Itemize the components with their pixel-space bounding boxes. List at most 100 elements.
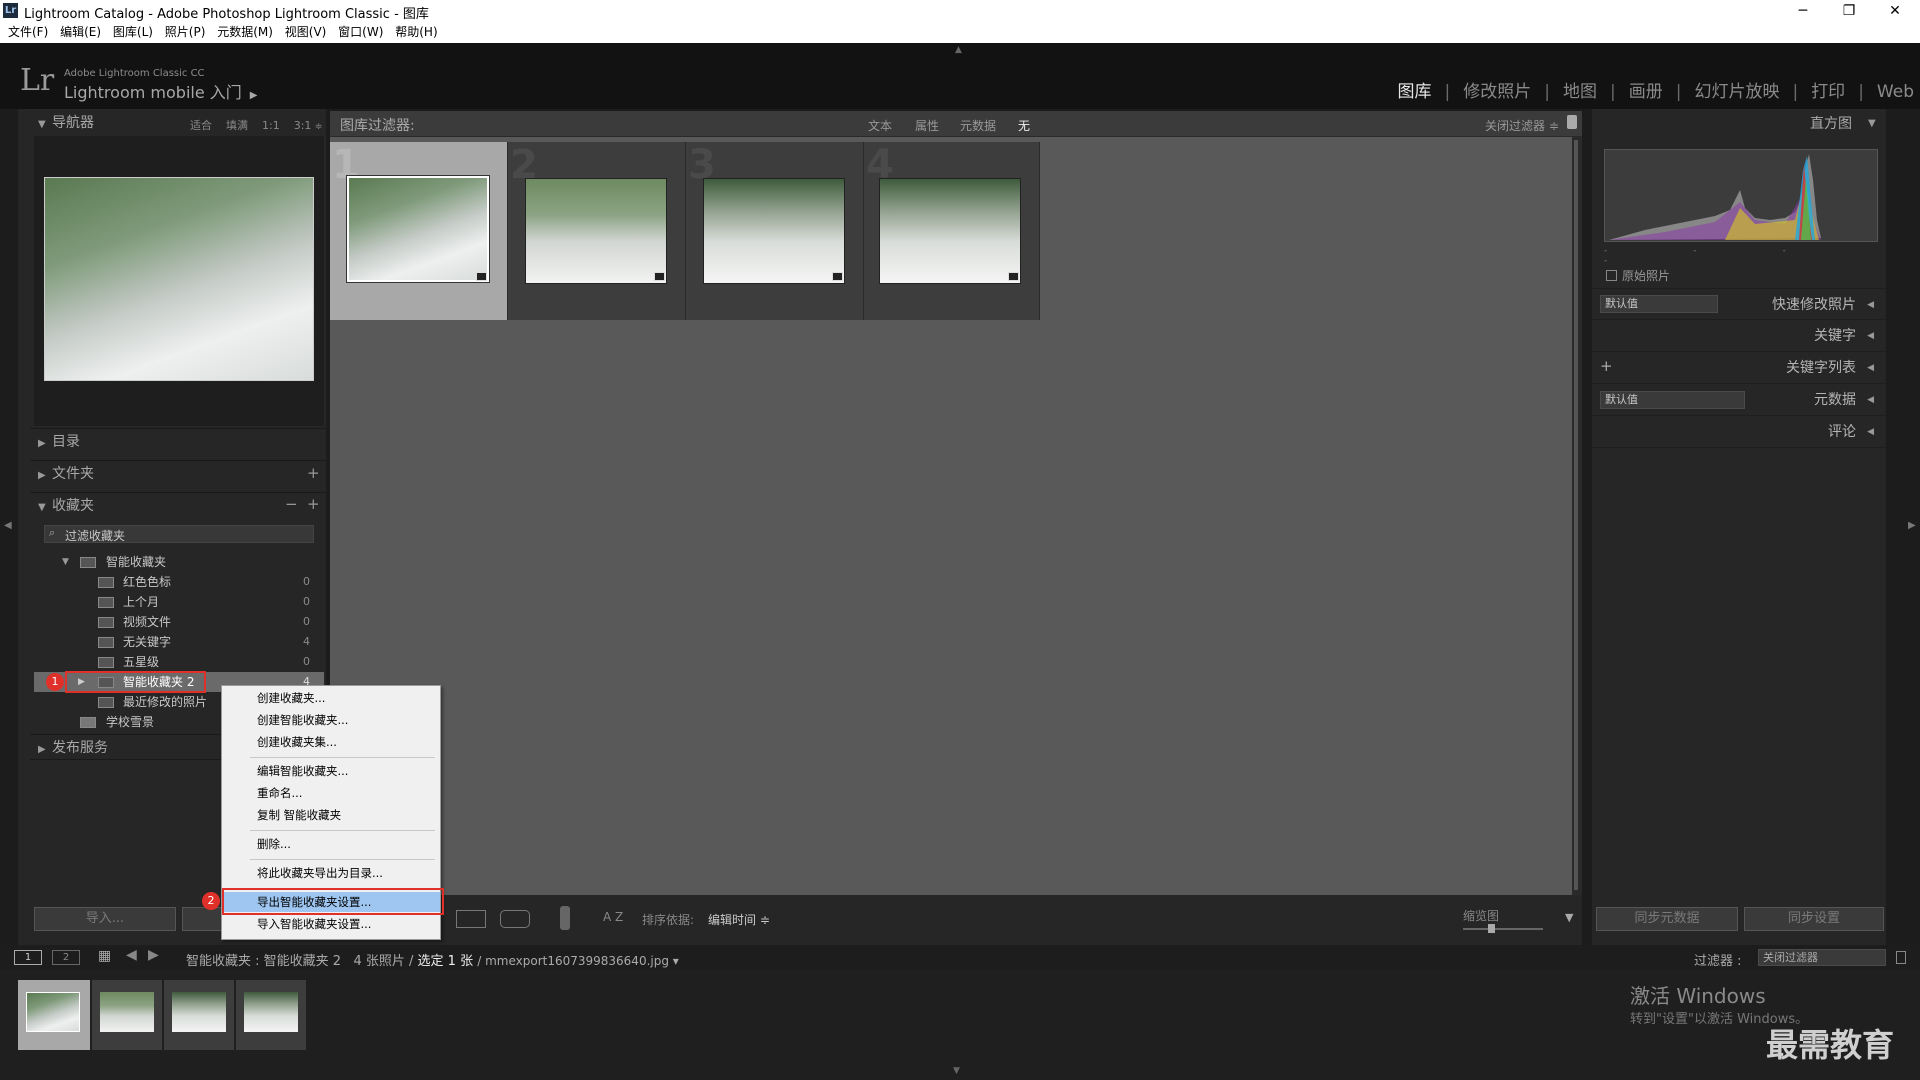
scrollbar-thumb[interactable] [1574, 140, 1578, 890]
thumbnail[interactable] [525, 178, 667, 284]
collapse-top-icon[interactable]: ▲ [955, 45, 962, 55]
navigator-preview[interactable] [44, 177, 314, 381]
left-panel-toggle-icon[interactable]: ◀ [4, 520, 12, 531]
people-view-icon[interactable] [500, 910, 530, 928]
sync-settings-button[interactable]: 同步设置 [1744, 907, 1884, 931]
menu-duplicate[interactable]: 复制 智能收藏夹 [222, 805, 440, 825]
menu-library[interactable]: 图库(L) [113, 22, 153, 43]
minimize-button[interactable]: ─ [1780, 0, 1826, 22]
original-photo-checkbox[interactable] [1606, 270, 1617, 281]
collection-item[interactable]: 视频文件 0 [34, 612, 324, 632]
filter-tab-metadata[interactable]: 元数据 [960, 117, 996, 134]
filmstrip-cell[interactable] [236, 980, 306, 1050]
menu-edit[interactable]: 编辑(E) [60, 22, 101, 43]
metadata-preset-select[interactable]: 默认值 [1600, 391, 1745, 409]
thumbnail[interactable] [703, 178, 845, 284]
keyword-list-header[interactable]: 关键字列表 ◀ [1592, 352, 1886, 384]
add-folder-button[interactable]: + [307, 464, 320, 482]
primary-window-button[interactable]: 1 [14, 950, 42, 965]
secondary-window-button[interactable]: 2 [52, 950, 80, 965]
quick-develop-preset-select[interactable]: 默认值 [1600, 295, 1718, 313]
module-slideshow[interactable]: 幻灯片放映 [1694, 77, 1779, 102]
menu-view[interactable]: 视图(V) [285, 22, 327, 43]
collection-item[interactable]: 五星级 0 [34, 652, 324, 672]
forward-arrow-icon[interactable]: ▶ [148, 947, 159, 963]
menu-import-smart-collection-settings[interactable]: 导入智能收藏夹设置... [222, 914, 440, 934]
module-print[interactable]: 打印 [1811, 77, 1845, 102]
zoom-stepper-icon[interactable]: ≑ [315, 122, 323, 132]
module-develop[interactable]: 修改照片 [1463, 77, 1531, 102]
module-web[interactable]: Web [1877, 82, 1914, 102]
maximize-button[interactable]: ❐ [1826, 0, 1872, 22]
menu-help[interactable]: 帮助(H) [395, 22, 437, 43]
folders-header[interactable]: ▶ 文件夹 [30, 460, 326, 486]
catalog-header[interactable]: ▶ 目录 [30, 428, 326, 454]
zoom-fill[interactable]: 填满 [226, 119, 248, 132]
collapse-bottom-icon[interactable]: ▼ [953, 1066, 960, 1076]
menu-delete[interactable]: 删除... [222, 834, 440, 854]
slider-handle[interactable] [1488, 924, 1495, 933]
menu-metadata[interactable]: 元数据(M) [217, 22, 273, 43]
collection-item[interactable]: 无关键字 4 [34, 632, 324, 652]
menu-create-smart-collection[interactable]: 创建智能收藏夹... [222, 710, 440, 730]
sync-metadata-button[interactable]: 同步元数据 [1596, 907, 1738, 931]
filmstrip-thumbnail[interactable] [244, 992, 298, 1032]
smart-collection-set[interactable]: ▼ 智能收藏夹 [34, 552, 324, 572]
right-panel-toggle-icon[interactable]: ▶ [1908, 520, 1916, 531]
collection-item[interactable]: 红色色标 0 [34, 572, 324, 592]
grid-cell[interactable]: 4 [864, 142, 1040, 320]
histogram[interactable] [1604, 149, 1878, 242]
survey-view-icon[interactable] [456, 910, 486, 928]
toolbar-options-icon[interactable]: ▼ [1565, 911, 1573, 924]
menu-create-collection-set[interactable]: 创建收藏夹集... [222, 732, 440, 752]
collections-header[interactable]: ▼ 收藏夹 [30, 492, 326, 518]
filter-tab-text[interactable]: 文本 [868, 117, 892, 134]
menu-rename[interactable]: 重命名... [222, 783, 440, 803]
filmstrip-thumbnail[interactable] [100, 992, 154, 1032]
back-arrow-icon[interactable]: ◀ [126, 947, 137, 963]
sort-select[interactable]: 编辑时间 ≑ [708, 911, 770, 928]
close-button[interactable]: ✕ [1872, 0, 1918, 22]
lock-icon[interactable] [1567, 115, 1577, 129]
menu-create-collection[interactable]: 创建收藏夹... [222, 688, 440, 708]
module-book[interactable]: 画册 [1629, 77, 1663, 102]
zoom-1-1[interactable]: 1:1 [262, 119, 280, 132]
export-button[interactable] [182, 907, 222, 931]
zoom-fit[interactable]: 适合 [190, 119, 212, 132]
filter-lock-icon[interactable] [1896, 951, 1906, 964]
module-library[interactable]: 图库 [1398, 77, 1432, 102]
menu-file[interactable]: 文件(F) [8, 22, 48, 43]
thumbnail[interactable] [879, 178, 1021, 284]
keywording-header[interactable]: 关键字 ◀ [1592, 320, 1886, 352]
filmstrip-cell[interactable] [92, 980, 162, 1050]
collapse-triangle-icon[interactable]: ▼ [1868, 118, 1876, 129]
import-button[interactable]: 导入... [34, 907, 176, 931]
filmstrip-filter-select[interactable]: 关闭过滤器 [1758, 949, 1886, 966]
painter-icon[interactable] [560, 906, 570, 930]
grid-view-icon[interactable]: ▦ [98, 948, 111, 964]
add-collection-button[interactable]: + [307, 495, 320, 513]
module-map[interactable]: 地图 [1563, 77, 1597, 102]
comments-header[interactable]: 评论 ◀ [1592, 416, 1886, 448]
filmstrip-cell[interactable] [164, 980, 234, 1050]
source-indicator[interactable]: 智能收藏夹 : 智能收藏夹 2 4 张照片 / 选定 1 张 / mmexpor… [186, 950, 679, 969]
filmstrip-cell-selected[interactable] [18, 980, 90, 1050]
grid-cell[interactable]: 2 [508, 142, 686, 320]
histogram-header[interactable]: 直方图 [1592, 110, 1886, 138]
collection-item[interactable]: 上个月 0 [34, 592, 324, 612]
menu-photo[interactable]: 照片(P) [165, 22, 206, 43]
thumbnail[interactable] [346, 175, 490, 283]
filter-tab-attribute[interactable]: 属性 [915, 117, 939, 134]
menu-export-as-catalog[interactable]: 将此收藏夹导出为目录... [222, 863, 440, 883]
lightroom-mobile-link[interactable]: Lightroom mobile 入门 ▶ [64, 79, 257, 103]
grid-cell-selected[interactable]: 1 [330, 142, 508, 320]
filter-preset-select[interactable]: 关闭过滤器 ≑ [1485, 117, 1559, 134]
zoom-3-1[interactable]: 3:1 [294, 119, 312, 132]
add-keyword-button[interactable]: + [1600, 357, 1613, 375]
menu-window[interactable]: 窗口(W) [338, 22, 383, 43]
grid-cell[interactable]: 3 [686, 142, 864, 320]
filmstrip-thumbnail[interactable] [172, 992, 226, 1032]
menu-edit-smart-collection[interactable]: 编辑智能收藏夹... [222, 761, 440, 781]
thumbnail-size-slider[interactable] [1463, 928, 1543, 930]
filmstrip-thumbnail[interactable] [26, 992, 80, 1032]
